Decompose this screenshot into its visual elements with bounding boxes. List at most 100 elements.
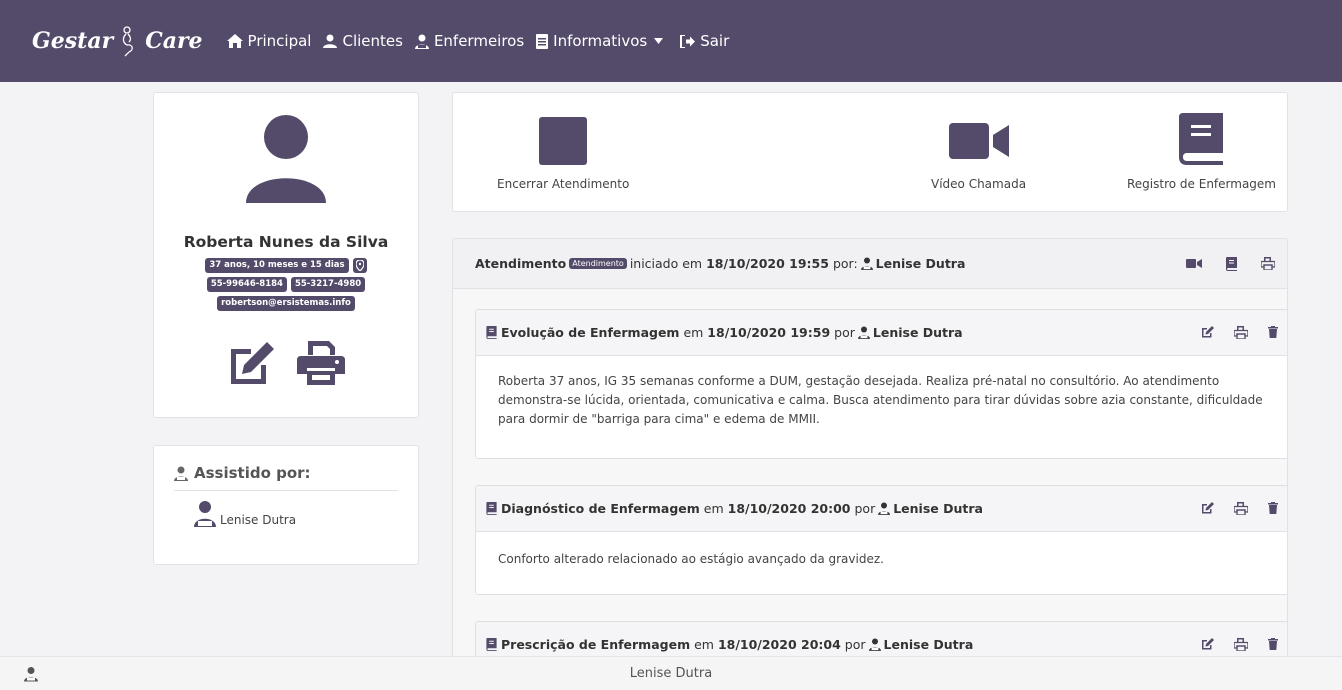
attendance-label: Atendimento <box>475 256 567 271</box>
attendance-datetime: 18/10/2020 19:55 <box>706 256 829 271</box>
sign-out-icon <box>680 34 696 48</box>
phone2-badge: 55-3217-4980 <box>290 277 366 292</box>
user-nurse-icon <box>174 466 188 481</box>
entry-em-text: em <box>683 325 704 340</box>
nav-enfermeiros-label: Enfermeiros <box>433 32 525 50</box>
edit-icon[interactable] <box>227 341 275 389</box>
entry-body: Conforto alterado relacionado ao estágio… <box>498 552 884 566</box>
user-nurse-icon[interactable] <box>24 666 38 682</box>
footer-bar: Lenise Dutra <box>0 656 1342 690</box>
video-camera-icon[interactable] <box>1186 257 1202 271</box>
assisting-nurse[interactable]: Lenise Dutra <box>194 501 398 527</box>
patient-profile-card: Roberta Nunes da Silva 37 anos, 10 meses… <box>153 92 419 418</box>
edit-icon[interactable] <box>1201 638 1214 651</box>
entry-datetime: 18/10/2020 19:59 <box>707 325 831 340</box>
trash-icon[interactable] <box>1268 326 1278 339</box>
nursing-diagnosis-entry: Diagnóstico de Enfermagem em 18/10/2020 … <box>475 485 1287 595</box>
nav-informativos-label: Informativos <box>553 32 648 50</box>
book-icon[interactable] <box>1226 256 1237 271</box>
document-icon <box>536 33 549 49</box>
stop-icon <box>539 117 588 165</box>
caret-down-icon <box>654 38 664 44</box>
nav-clientes-label: Clientes <box>342 32 403 50</box>
edit-icon[interactable] <box>1201 502 1214 515</box>
nursing-record-label: Registro de Enfermagem <box>1127 177 1276 191</box>
user-nurse-icon <box>860 257 873 270</box>
print-icon[interactable] <box>1234 502 1248 515</box>
entry-em-text: em <box>703 501 724 516</box>
entry-user: Lenise Dutra <box>872 325 963 340</box>
email-badge: robertson@ersistemas.info <box>217 296 355 311</box>
entry-datetime: 18/10/2020 20:00 <box>727 501 851 516</box>
trash-icon[interactable] <box>1268 638 1278 651</box>
book-icon <box>486 502 497 515</box>
phone1-badge: 55-99646-8184 <box>206 277 287 292</box>
video-call-label: Vídeo Chamada <box>931 177 1027 191</box>
nursing-record-button[interactable]: Registro de Enfermagem <box>1127 113 1276 191</box>
brand-name-right: Care <box>145 28 203 54</box>
entry-user: Lenise Dutra <box>883 637 974 652</box>
home-icon <box>226 34 243 48</box>
started-text: iniciado em <box>629 256 703 271</box>
entry-title: Evolução de Enfermagem <box>501 325 680 340</box>
entry-title: Prescrição de Enfermagem <box>501 637 691 652</box>
user-icon <box>323 34 338 48</box>
video-call-button[interactable]: Vídeo Chamada <box>931 117 1026 191</box>
actions-card: Encerrar Atendimento Vídeo Chamada Regis… <box>452 92 1288 212</box>
nursing-evolution-entry: Evolução de Enfermagem em 18/10/2020 19:… <box>475 309 1287 459</box>
end-attendance-button[interactable]: Encerrar Atendimento <box>497 117 629 191</box>
assisted-by-heading: Assistido por: <box>174 464 398 491</box>
entry-por-text: por <box>834 325 855 340</box>
patient-name: Roberta Nunes da Silva <box>183 233 389 251</box>
age-badge: 37 anos, 10 meses e 15 dias <box>205 258 349 273</box>
nav-sair-label: Sair <box>700 32 730 50</box>
attendance-panel: Atendimento Atendimento iniciado em 18/1… <box>452 238 1288 690</box>
patient-badges: 37 anos, 10 meses e 15 dias 55-99646-818… <box>154 258 418 311</box>
attendance-header: Atendimento Atendimento iniciado em 18/1… <box>453 239 1287 289</box>
entry-header: Diagnóstico de Enfermagem em 18/10/2020 … <box>476 486 1287 532</box>
brand-name-left: Gestar <box>32 28 114 54</box>
entry-por-text: por <box>844 637 866 652</box>
entry-title: Diagnóstico de Enfermagem <box>501 501 700 516</box>
assisted-by-title: Assistido por: <box>194 464 311 482</box>
entry-por-text: por <box>854 501 876 516</box>
user-nurse-icon <box>414 34 429 49</box>
trash-icon[interactable] <box>1268 502 1278 515</box>
print-icon[interactable] <box>1234 326 1248 339</box>
attendance-status-badge: Atendimento <box>569 258 627 269</box>
entry-datetime: 18/10/2020 20:04 <box>717 637 841 652</box>
nav-enfermeiros[interactable]: Enfermeiros <box>414 32 525 50</box>
map-marker-icon[interactable] <box>352 258 367 273</box>
user-nurse-icon <box>868 638 881 651</box>
print-icon[interactable] <box>1261 256 1275 271</box>
user-avatar-icon <box>246 115 326 203</box>
top-navbar: Gestar Care Principal Clientes Enfermeir… <box>0 0 1342 82</box>
brand-logo[interactable]: Gestar Care <box>32 25 203 57</box>
entry-user: Lenise Dutra <box>893 501 983 516</box>
user-nurse-icon <box>857 326 870 339</box>
by-text: por: <box>832 256 858 271</box>
entry-body: Roberta 37 anos, IG 35 semanas conforme … <box>498 374 1263 426</box>
nav-sair[interactable]: Sair <box>680 32 729 50</box>
nav-principal[interactable]: Principal <box>226 32 312 50</box>
print-icon[interactable] <box>297 341 345 389</box>
nav-clientes[interactable]: Clientes <box>323 32 403 50</box>
end-attendance-label: Encerrar Atendimento <box>497 177 630 191</box>
footer-user-name: Lenise Dutra <box>629 666 713 681</box>
book-icon <box>486 638 497 651</box>
nav-informativos[interactable]: Informativos <box>536 32 668 50</box>
book-icon <box>1179 113 1224 165</box>
nav-principal-label: Principal <box>247 32 312 50</box>
edit-icon[interactable] <box>1201 326 1214 339</box>
user-nurse-icon <box>194 501 216 527</box>
pregnant-woman-icon <box>119 25 139 57</box>
assisted-by-card: Assistido por: Lenise Dutra <box>153 445 419 565</box>
user-nurse-icon <box>878 502 891 515</box>
video-camera-icon <box>948 123 1009 159</box>
attendance-user: Lenise Dutra <box>875 256 966 271</box>
assisting-nurse-name: Lenise Dutra <box>220 513 297 527</box>
book-icon <box>486 326 497 339</box>
print-icon[interactable] <box>1234 638 1248 651</box>
entry-em-text: em <box>694 637 714 652</box>
entry-header: Evolução de Enfermagem em 18/10/2020 19:… <box>476 310 1287 356</box>
